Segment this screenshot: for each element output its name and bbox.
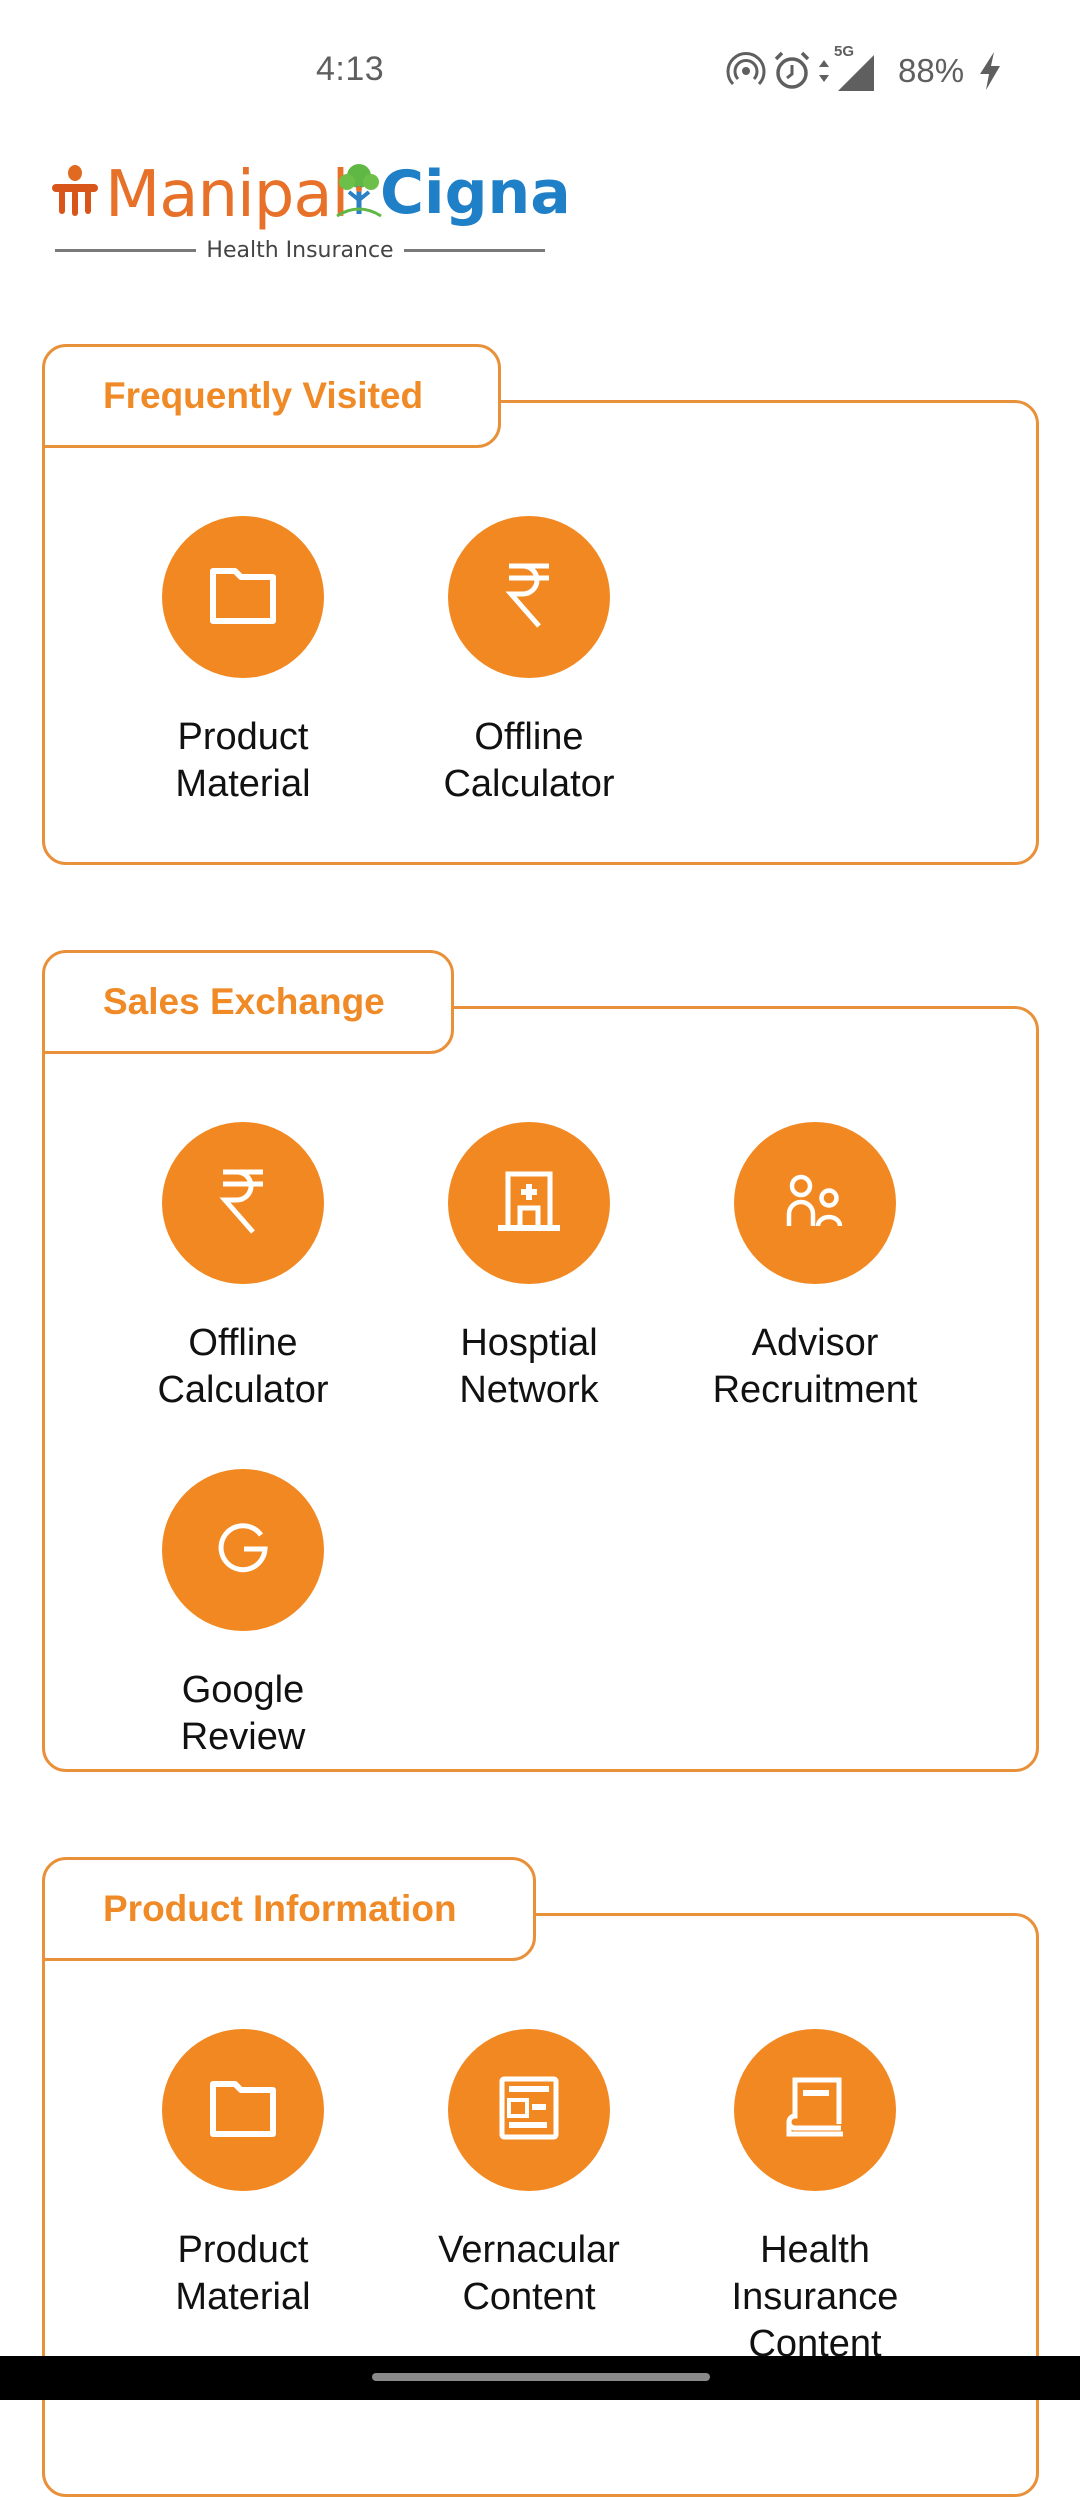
tile-label: Advisor Recruitment — [712, 1322, 918, 1411]
tile-label: Offline Calculator — [157, 1322, 329, 1411]
tree-icon — [335, 162, 383, 227]
battery-percent: 88% — [898, 52, 965, 89]
tile-advisor-recruitment[interactable]: Advisor Recruitment — [695, 1122, 935, 1414]
section-title: Sales Exchange — [103, 981, 385, 1022]
section-header: Sales Exchange — [42, 950, 454, 1054]
tile-label: Health Insurance Content — [731, 2229, 899, 2365]
folder-icon — [209, 2078, 277, 2143]
section-frequently-visited: Frequently Visited Product Material Offl… — [42, 344, 1039, 865]
status-bar: 4:13 5G 88% — [0, 0, 1080, 140]
folder-icon — [209, 565, 277, 630]
tile-label: Offline Calculator — [443, 716, 615, 805]
section-header: Product Information — [42, 1857, 536, 1961]
data-arrows-icon — [818, 56, 830, 86]
tile-icon-circle[interactable] — [734, 2029, 896, 2191]
tile-label: Vernacular Content — [438, 2229, 620, 2318]
tile-label: Hosptial Network — [459, 1322, 599, 1411]
status-time: 4:13 — [316, 50, 385, 88]
article-icon — [499, 2076, 559, 2145]
tile-hospital-network[interactable]: Hosptial Network — [409, 1122, 649, 1414]
google-icon — [217, 1521, 269, 1580]
home-gesture-handle[interactable] — [372, 2373, 710, 2381]
tile-product-material[interactable]: Product Material — [123, 2029, 363, 2321]
tile-icon-circle[interactable] — [448, 516, 610, 678]
tile-offline-calculator[interactable]: Offline Calculator — [409, 516, 649, 808]
tile-icon-circle[interactable] — [162, 1122, 324, 1284]
rupee-icon — [219, 1168, 267, 1239]
section-product-information: Product Information Product Material Ver… — [42, 1857, 1039, 2497]
tile-icon-circle[interactable] — [448, 1122, 610, 1284]
tile-google-review[interactable]: Google Review — [123, 1469, 363, 1761]
tile-health-insurance-content[interactable]: Health Insurance Content — [695, 2029, 935, 2368]
hospital-icon — [496, 1170, 562, 1237]
section-title: Frequently Visited — [103, 375, 424, 416]
tile-icon-circle[interactable] — [162, 516, 324, 678]
tile-icon-circle[interactable] — [162, 1469, 324, 1631]
tile-product-material[interactable]: Product Material — [123, 516, 363, 808]
book-icon — [785, 2076, 845, 2145]
logo-tagline: Health Insurance — [206, 238, 394, 263]
section-title: Product Information — [103, 1888, 457, 1929]
tile-label: Product Material — [175, 716, 311, 805]
logo-manipal-text: Manipal — [105, 158, 349, 232]
alarm-icon — [772, 50, 812, 92]
tile-icon-circle[interactable] — [162, 2029, 324, 2191]
manipal-cigna-logo: Manipal Cigna Health Insurance — [50, 158, 571, 268]
manipal-figure-icon — [50, 164, 100, 225]
rupee-icon — [505, 562, 553, 633]
system-navigation-bar — [0, 2356, 1080, 2400]
hotspot-icon — [726, 51, 766, 91]
tile-label: Google Review — [180, 1669, 306, 1758]
tile-icon-circle[interactable] — [734, 1122, 896, 1284]
logo-divider — [403, 249, 546, 252]
tile-vernacular-content[interactable]: Vernacular Content — [409, 2029, 649, 2321]
tile-label: Product Material — [175, 2229, 311, 2318]
tile-offline-calculator[interactable]: Offline Calculator — [123, 1122, 363, 1414]
charging-icon — [976, 50, 1004, 92]
tile-icon-circle[interactable] — [448, 2029, 610, 2191]
signal-icon: 5G — [834, 43, 876, 93]
network-type-label: 5G — [834, 43, 855, 60]
logo-divider — [55, 249, 197, 252]
logo-cigna-text: Cigna — [380, 158, 571, 228]
people-icon — [786, 1174, 844, 1233]
section-sales-exchange: Sales Exchange Offline Calculator Hospti… — [42, 950, 1039, 1772]
status-icons: 5G 88% — [726, 43, 1004, 94]
section-header: Frequently Visited — [42, 344, 501, 448]
